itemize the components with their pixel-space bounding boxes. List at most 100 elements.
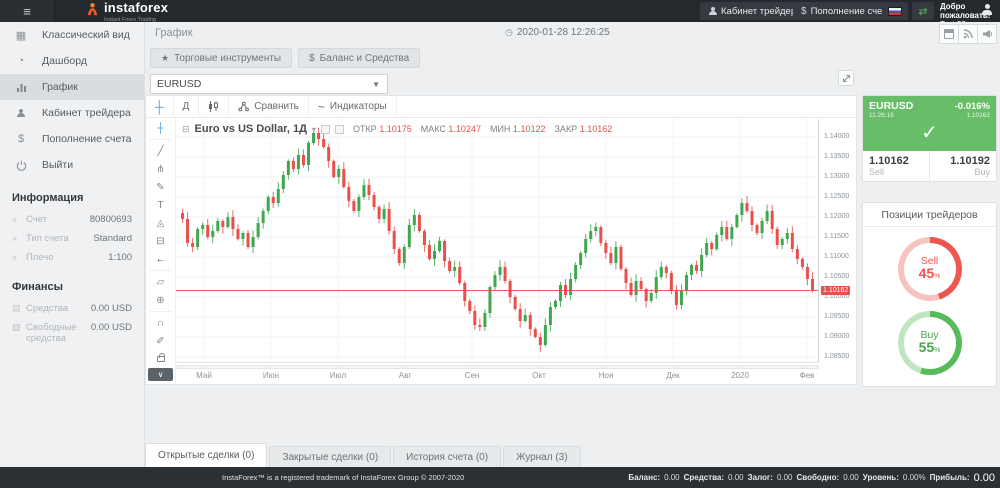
stat-label: Средства: [684, 473, 724, 482]
quote-card[interactable]: EURUSD -0.016% 11:26:16 1.10162 ✓ 1.1016… [862, 95, 997, 182]
tab-account-history[interactable]: История счета (0) [393, 446, 501, 467]
tab-journal[interactable]: Журнал (3) [503, 446, 581, 467]
stat-value: 0.00 [664, 473, 680, 482]
clock-icon: ◷ [505, 27, 513, 38]
brush-tool[interactable]: ✎ [146, 178, 175, 196]
price-tick-label: 1.13500 [824, 153, 849, 160]
position-tool-icon: ⊟ [156, 236, 164, 247]
info-label: Счет [26, 214, 90, 225]
chevron-down-icon: ∨ [158, 370, 164, 379]
sidebar-item-label: График [42, 81, 78, 93]
finance-label: Средства [26, 303, 91, 314]
arrow-left-icon: ← [156, 254, 166, 265]
language-flag-button[interactable] [882, 2, 908, 20]
info-section-title: Информация [12, 192, 132, 204]
zoom-in-tool[interactable]: ⊕ [146, 291, 175, 309]
swap-arrows-icon: ⇄ [918, 5, 927, 18]
legend-style-button[interactable] [321, 125, 330, 134]
quote-change: -0.016% [955, 101, 990, 112]
fullscreen-button[interactable] [838, 70, 854, 86]
sidebar: ▦ Классический вид ◔ Дашборд График Каби… [0, 22, 145, 467]
lock-drawings-tool[interactable] [146, 350, 175, 368]
announcements-button[interactable] [977, 24, 997, 44]
symbol-select[interactable]: EURUSD [150, 74, 388, 94]
indicators-label: Индикаторы [330, 101, 387, 112]
stat-value: 0.00 [728, 473, 744, 482]
ohlc-low: МИН 1.10122 [490, 124, 546, 134]
measure-tool[interactable]: ▱ [146, 273, 175, 291]
indicators-button[interactable]: ~ Индикаторы [309, 96, 397, 118]
tab-label: История счета (0) [406, 452, 488, 463]
balance-funds-button[interactable]: $ Баланс и Средства [298, 48, 420, 68]
info-row-leverage: » Плечо 1:100 [12, 248, 132, 267]
chevron-down-icon[interactable]: ▾ [312, 125, 316, 134]
info-section: Информация » Счет 80800693 » Тип счета S… [0, 178, 144, 267]
chart-style-button[interactable] [199, 96, 229, 118]
finance-value: 0.00 USD [91, 322, 132, 333]
tools-separator [150, 139, 171, 140]
trading-instruments-button[interactable]: ★ Торговые инструменты [150, 48, 292, 68]
crosshair-icon: ┼ [155, 100, 164, 114]
crosshair-tool[interactable]: ┼ [146, 119, 175, 137]
forecast-tool[interactable]: ⊟ [146, 232, 175, 250]
tab-label: Журнал (3) [516, 452, 568, 463]
trader-cabinet-label: Кабинет трейдера [721, 6, 801, 17]
sell-quote-button[interactable]: 1.10162 Sell [863, 151, 929, 181]
timeframe-button[interactable]: Д [174, 96, 200, 118]
text-tool[interactable]: T [146, 196, 175, 214]
sell-positions-donut: Sell 45% [898, 237, 962, 301]
price-tick-label: 1.09500 [824, 313, 849, 320]
stat-value: 0.00 [777, 473, 793, 482]
stat-label: Баланс: [628, 473, 660, 482]
rss-button[interactable] [958, 24, 978, 44]
calendar-button[interactable] [939, 24, 959, 44]
sidebar-item-dashboard[interactable]: ◔ Дашборд [0, 48, 144, 74]
account-switch-button[interactable]: ⇄ [912, 2, 934, 20]
pattern-tool[interactable]: ◬ [146, 214, 175, 232]
sidebar-item-chart[interactable]: График [0, 74, 144, 100]
server-datetime: ◷ 2020-01-28 12:26:25 [505, 27, 610, 38]
expand-icon [842, 74, 851, 83]
trend-line-icon: ╱ [157, 146, 163, 157]
magnet-tool[interactable]: ∩ [146, 314, 175, 332]
candlestick-chart[interactable] [176, 119, 819, 363]
price-axis[interactable]: 1.140001.135001.130001.125001.120001.115… [821, 119, 857, 363]
buy-quote-button[interactable]: 1.10192 Buy [930, 151, 996, 181]
collapse-tools-button[interactable]: ∨ [148, 368, 173, 381]
percent-sign: % [934, 347, 940, 354]
finance-row-free-margin: ▧ Свободные средства 0.00 USD [12, 318, 132, 348]
trend-line-tool[interactable]: ╱ [146, 142, 175, 160]
dollar-icon: $ [309, 53, 315, 64]
compare-button[interactable]: Сравнить [229, 96, 309, 118]
crosshair-mode-button[interactable]: ┼ [146, 96, 174, 118]
sidebar-item-trader-cabinet[interactable]: Кабинет трейдера [0, 100, 144, 126]
sidebar-item-deposit[interactable]: $ Пополнение счета [0, 126, 144, 152]
undo-button[interactable]: ← [146, 250, 175, 268]
user-avatar-button[interactable] [981, 3, 997, 19]
drawing-tools-column: ┼ ╱ ⋔ ✎ T ◬ ⊟ ← ▱ ⊕ ∩ ✐ ⊙ ∨ [146, 119, 176, 384]
sidebar-item-logout[interactable]: Выйти [0, 152, 144, 178]
sidebar-item-classic-view[interactable]: ▦ Классический вид [0, 22, 144, 48]
power-icon [14, 160, 28, 171]
status-bar: InstaForex™ is a registered trademark of… [0, 467, 1000, 488]
collapse-icon[interactable]: ⊟ [182, 124, 190, 135]
compare-icon [238, 101, 249, 112]
deposit-label: Пополнение счета [811, 6, 892, 17]
time-tick-label: Фев [793, 371, 821, 380]
menu-toggle-button[interactable]: ≡ [0, 0, 55, 22]
chart-scrollbar[interactable] [176, 365, 819, 369]
sell-label: Sell [869, 167, 923, 177]
stay-in-drawing-mode-tool[interactable]: ✐ [146, 332, 175, 350]
chart-widget: ┼ Д Сравнить ~ Индикаторы ┼ ╱ ⋔ [145, 95, 857, 385]
finance-row-equity: ▤ Средства 0.00 USD [12, 299, 132, 318]
tab-open-deals[interactable]: Открытые сделки (0) [145, 443, 267, 467]
time-axis[interactable]: МайИюнИюлАвгСенОктНояДек2020Фев [176, 371, 819, 383]
pitchfork-tool[interactable]: ⋔ [146, 160, 175, 178]
legend-settings-button[interactable] [335, 125, 344, 134]
tab-closed-deals[interactable]: Закрытые сделки (0) [269, 446, 391, 467]
grid-icon: ▧ [12, 322, 26, 333]
tools-separator [150, 270, 171, 271]
pitchfork-icon: ⋔ [156, 164, 164, 175]
chevrons-icon: » [12, 233, 26, 243]
time-tick-label: Ноя [592, 371, 620, 380]
